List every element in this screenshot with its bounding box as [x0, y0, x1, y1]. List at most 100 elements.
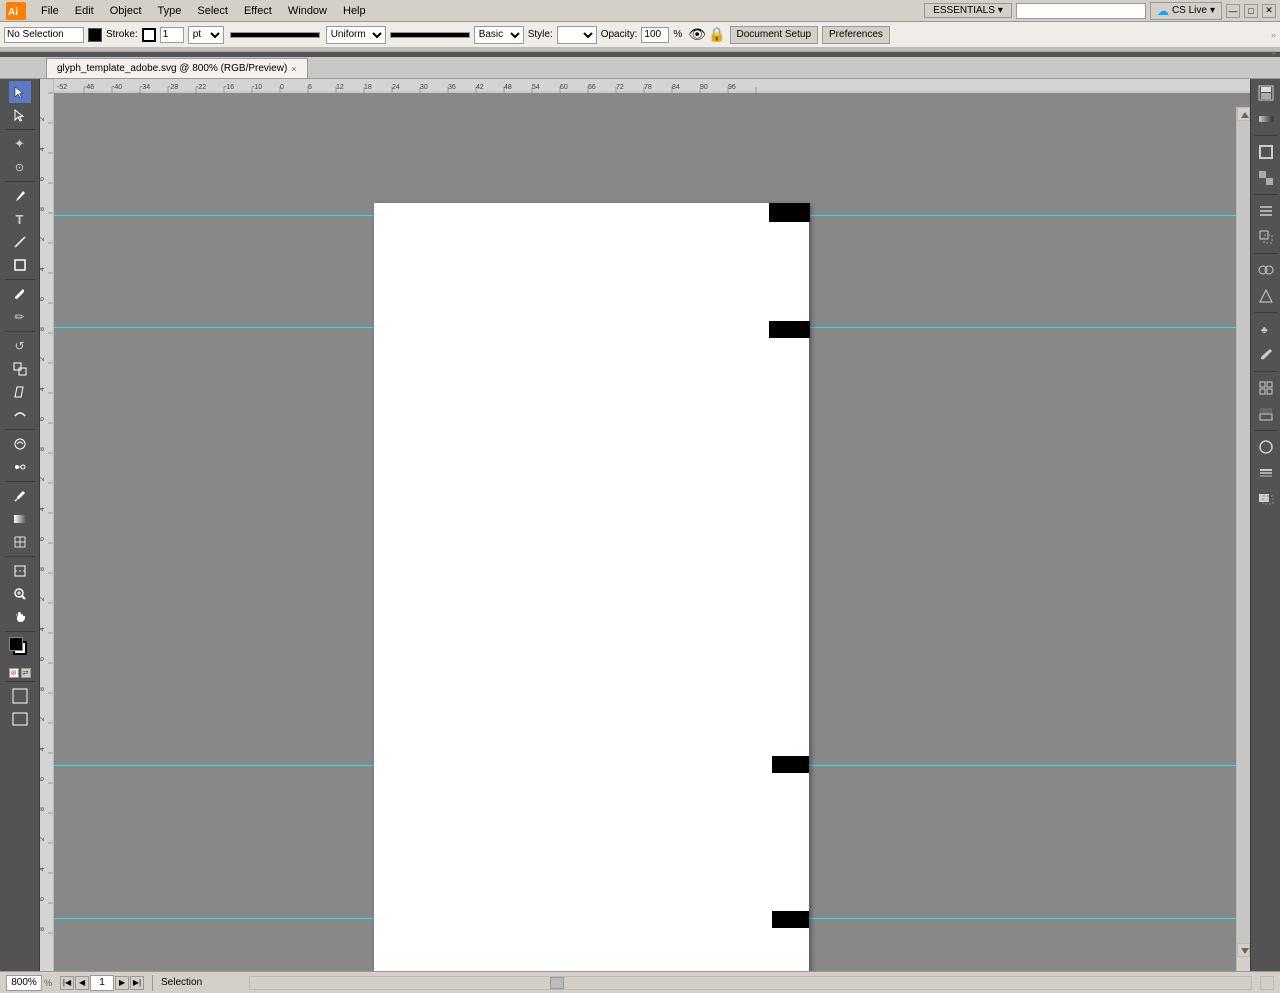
fill-color-box[interactable] — [88, 28, 102, 42]
tool-divider-2 — [5, 181, 35, 182]
tool-blend[interactable] — [9, 456, 31, 478]
selection-input[interactable] — [4, 27, 84, 43]
scrollbar-horizontal[interactable] — [249, 976, 1252, 990]
tool-direct-select[interactable] — [9, 104, 31, 126]
tool-hand[interactable] — [9, 606, 31, 628]
canvas-area[interactable]: -52 -46 -40 -34 -28 -22 -16 -10 0 6 12 1… — [54, 79, 1250, 971]
svg-text:0: 0 — [280, 84, 284, 91]
minimize-button[interactable]: — — [1226, 4, 1240, 18]
tool-warp[interactable] — [9, 433, 31, 455]
svg-text:♣: ♣ — [1261, 325, 1268, 336]
vertical-ruler: 2 4 6 8 2 4 6 8 2 4 6 8 2 4 6 8 2 4 6 8 — [40, 79, 54, 971]
panel-color-icon[interactable] — [1254, 81, 1278, 105]
stroke-weight-input[interactable] — [160, 27, 184, 43]
tool-reshape[interactable] — [9, 404, 31, 426]
panel-brushes-icon[interactable] — [1254, 343, 1278, 367]
statusbar: % |◀ ◀ ▶ ▶| Selection — [0, 971, 1280, 993]
stroke-style-select[interactable]: Uniform Fixed — [326, 26, 386, 44]
svg-text:8: 8 — [40, 807, 46, 811]
panel-pathfinder-icon[interactable] — [1254, 258, 1278, 282]
menu-type[interactable]: Type — [151, 3, 189, 19]
menu-edit[interactable]: Edit — [68, 3, 101, 19]
tool-type[interactable]: T — [9, 208, 31, 230]
tool-lasso[interactable]: ⊙ — [9, 156, 31, 178]
screen-mode-btn[interactable] — [9, 708, 31, 730]
panel-table-icon[interactable] — [1254, 376, 1278, 400]
panel-swatches-icon[interactable] — [1254, 402, 1278, 426]
panel-stroke-icon[interactable] — [1254, 140, 1278, 164]
scroll-down-button[interactable] — [1237, 943, 1250, 957]
page-number-input[interactable] — [90, 975, 114, 991]
menu-object[interactable]: Object — [103, 3, 149, 19]
search-input[interactable] — [1016, 3, 1146, 19]
tool-shear[interactable] — [9, 381, 31, 403]
opacity-label: Opacity: — [601, 29, 638, 40]
restore-button[interactable]: □ — [1244, 4, 1258, 18]
tool-rotate[interactable]: ↺ — [9, 335, 31, 357]
tool-divider-1 — [5, 129, 35, 130]
menu-effect[interactable]: Effect — [237, 3, 279, 19]
menubar: Ai File Edit Object Type Select Effect W… — [0, 0, 1280, 22]
style-select[interactable] — [557, 26, 597, 44]
panel-circle-icon[interactable] — [1254, 435, 1278, 459]
vertical-scrollbar[interactable] — [1236, 107, 1250, 971]
menu-window[interactable]: Window — [281, 3, 334, 19]
tool-scale[interactable] — [9, 358, 31, 380]
preferences-button[interactable]: Preferences — [822, 26, 890, 44]
panel-symbols-icon[interactable]: ♣ — [1254, 317, 1278, 341]
opacity-unit: % — [673, 29, 682, 40]
view-mode-btn[interactable] — [9, 685, 31, 707]
document-tab[interactable]: glyph_template_adobe.svg @ 800% (RGB/Pre… — [46, 58, 308, 78]
close-button[interactable]: ✕ — [1262, 4, 1276, 18]
menu-help[interactable]: Help — [336, 3, 373, 19]
tool-brush[interactable] — [9, 283, 31, 305]
tool-magic-wand[interactable]: ✦ — [9, 133, 31, 155]
stroke-unit-select[interactable]: pt px in — [188, 26, 224, 44]
essentials-button[interactable]: ESSENTIALS ▾ — [924, 3, 1012, 18]
tool-slice[interactable] — [9, 560, 31, 582]
fill-swatch-box[interactable] — [9, 637, 23, 651]
panel-transform-icon[interactable] — [1254, 225, 1278, 249]
last-page-button[interactable]: ▶| — [130, 976, 144, 990]
tool-pen[interactable] — [9, 185, 31, 207]
panel-layers-icon[interactable] — [1254, 461, 1278, 485]
menu-file[interactable]: File — [34, 3, 66, 19]
tool-zoom[interactable] — [9, 583, 31, 605]
tool-selection[interactable] — [9, 81, 31, 103]
cs-live-button[interactable]: ☁ CS Live ▾ — [1150, 2, 1222, 20]
panel-appearance-icon[interactable] — [1254, 284, 1278, 308]
panel-artboards-icon[interactable] — [1254, 487, 1278, 511]
tool-line[interactable] — [9, 231, 31, 253]
none-button[interactable]: ⊘ — [9, 668, 19, 678]
first-page-button[interactable]: |◀ — [60, 976, 74, 990]
prev-page-button[interactable]: ◀ — [75, 976, 89, 990]
zoom-input[interactable] — [6, 975, 42, 991]
panel-transparency-icon[interactable] — [1254, 166, 1278, 190]
stroke-color-box[interactable] — [142, 28, 156, 42]
tool-mesh[interactable] — [9, 531, 31, 553]
canvas-content[interactable] — [54, 93, 1250, 971]
doc-setup-button[interactable]: Document Setup — [730, 26, 819, 44]
tool-rect[interactable] — [9, 254, 31, 276]
opacity-input[interactable] — [641, 27, 669, 43]
svg-text:8: 8 — [40, 327, 46, 331]
scroll-thumb-horizontal[interactable] — [550, 977, 564, 989]
svg-text:60: 60 — [560, 84, 568, 91]
collapse-arrows: » — [1272, 48, 1280, 57]
panel-gradient-icon[interactable] — [1254, 107, 1278, 131]
menu-select[interactable]: Select — [190, 3, 235, 19]
tool-pencil[interactable]: ✏ — [9, 306, 31, 328]
lock-icon[interactable]: 🔒 — [708, 26, 725, 43]
svg-text:4: 4 — [40, 387, 46, 391]
svg-text:6: 6 — [40, 537, 46, 541]
svg-text:8: 8 — [40, 207, 46, 211]
swap-button[interactable]: ⇄ — [21, 668, 31, 678]
tab-close-button[interactable]: × — [291, 64, 296, 74]
tool-gradient[interactable] — [9, 508, 31, 530]
visibility-icon[interactable]: 👁 — [688, 26, 706, 43]
panel-align-icon[interactable] — [1254, 199, 1278, 223]
next-page-button[interactable]: ▶ — [115, 976, 129, 990]
tool-eyedropper[interactable] — [9, 485, 31, 507]
scroll-up-button[interactable] — [1237, 107, 1250, 121]
brush-select[interactable]: Basic — [474, 26, 524, 44]
